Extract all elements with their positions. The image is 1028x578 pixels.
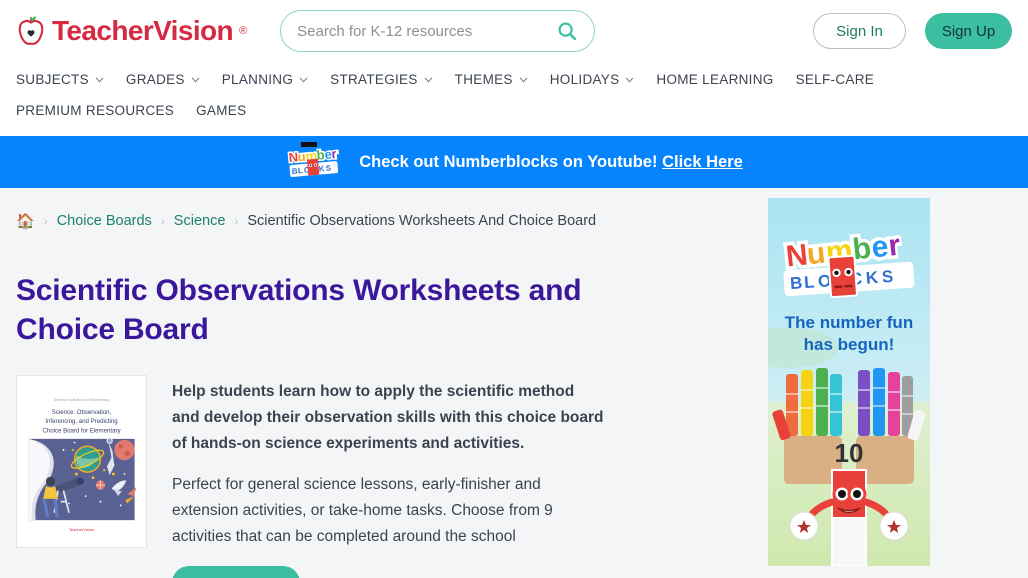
nav-item-label: HOME LEARNING: [656, 72, 774, 87]
apple-heart-icon: [18, 16, 44, 45]
sidebar: Number N u m b e r BLO CKS The number fu…: [768, 188, 930, 578]
search-bar[interactable]: [280, 10, 596, 52]
ad-number: 10: [835, 438, 864, 468]
svg-text:u: u: [805, 237, 827, 272]
nav-item-self-care[interactable]: SELF-CARE: [796, 66, 874, 93]
nav-item-subjects[interactable]: SUBJECTS: [16, 66, 104, 93]
breadcrumb-separator: ›: [43, 214, 48, 228]
nav-item-themes[interactable]: THEMES: [455, 66, 528, 93]
breadcrumb-current: Scientific Observations Worksheets And C…: [247, 213, 597, 229]
svg-text:K: K: [319, 164, 326, 173]
breadcrumb: 🏠 › Choice Boards › Science › Scientific Obser…: [16, 208, 636, 235]
nav-item-grades[interactable]: GRADES: [126, 66, 200, 93]
chevron-down-icon: [191, 77, 200, 83]
search-icon[interactable]: [556, 20, 578, 42]
svg-text:K: K: [865, 268, 879, 288]
chevron-down-icon: [519, 77, 528, 83]
svg-text:Choice Board for Elementary: Choice Board for Elementary: [42, 427, 121, 434]
nav-item-label: HOLIDAYS: [549, 72, 620, 87]
svg-text:S: S: [881, 267, 894, 287]
resource-lead-paragraph: Help students learn how to apply the sci…: [172, 383, 604, 452]
resource-paragraph: Perfect for general science lessons, ear…: [172, 476, 553, 545]
svg-text:L: L: [298, 166, 304, 175]
resource-thumbnail[interactable]: Science Activities for Elementary Scienc…: [16, 375, 147, 548]
chevron-down-icon: [299, 77, 308, 83]
page-body: 🏠 › Choice Boards › Science › Scientific Obser…: [0, 188, 1028, 578]
site-logo[interactable]: TeacherVision ®: [16, 15, 247, 47]
main-content: 🏠 › Choice Boards › Science › Scientific Obser…: [16, 188, 748, 578]
nav-item-label: SUBJECTS: [16, 72, 89, 87]
nav-item-label: PLANNING: [221, 72, 294, 87]
nav-item-label: PREMIUM RESOURCES: [16, 103, 175, 118]
promo-banner[interactable]: Number N u m b e r BLO CKS Check out Num…: [0, 136, 1028, 188]
page-title: Scientific Observations Worksheets and C…: [16, 274, 582, 346]
promo-message: Check out Numberblocks on Youtube! Click…: [359, 153, 743, 172]
sign-in-button[interactable]: Sign In: [813, 13, 906, 49]
chevron-down-icon: [95, 77, 104, 83]
choice-board-cover-image: Science Activities for Elementary Scienc…: [21, 385, 142, 538]
brand-name: TeacherVision: [52, 15, 234, 46]
nav-item-planning[interactable]: PLANNING: [222, 66, 308, 93]
breadcrumb-separator: ›: [160, 214, 165, 228]
svg-text:Science: Observation,: Science: Observation,: [52, 409, 112, 416]
promo-text-label: Check out Numberblocks on Youtube!: [359, 152, 658, 171]
promo-link[interactable]: Click Here: [662, 153, 743, 171]
svg-text:Science Activities for Element: Science Activities for Elementary: [54, 397, 110, 402]
nav-item-label: GRADES: [125, 72, 185, 87]
nav-item-games[interactable]: GAMES: [196, 97, 246, 124]
numberblocks-logo-icon: Number N u m b e r BLO CKS: [287, 142, 340, 177]
auth-actions: Sign In Sign Up: [813, 13, 1012, 49]
breadcrumb-separator: ›: [234, 214, 239, 228]
svg-text:Inferencing, and Predicting: Inferencing, and Predicting: [45, 418, 117, 425]
main-navigation: SUBJECTS GRADES PLANNING STRATEGIES THEMES HO…: [0, 62, 1028, 136]
svg-text:B: B: [789, 273, 803, 293]
nav-item-holidays[interactable]: HOLIDAYS: [550, 66, 635, 93]
nav-item-label: STRATEGIES: [330, 72, 418, 87]
nav-item-label: SELF-CARE: [795, 72, 875, 87]
brand-registered-mark: ®: [239, 25, 248, 37]
chevron-down-icon: [626, 77, 634, 83]
sign-up-button[interactable]: Sign Up: [925, 13, 1012, 49]
breadcrumb-link[interactable]: Science: [174, 213, 226, 229]
search-input[interactable]: [297, 22, 557, 40]
nav-item-label: THEMES: [454, 72, 513, 87]
resource-summary: Science Activities for Elementary Scienc…: [16, 375, 748, 578]
svg-text:L: L: [803, 272, 815, 292]
home-icon[interactable]: 🏠: [16, 213, 35, 230]
nav-item-home-learning[interactable]: HOME LEARNING: [656, 66, 773, 93]
chevron-down-icon: [424, 77, 432, 83]
site-header: TeacherVision ® Sign In Sign Up: [0, 0, 1028, 62]
nav-item-label: GAMES: [196, 103, 247, 118]
svg-text:TeacherVision: TeacherVision: [69, 527, 94, 532]
resource-cta-button[interactable]: [172, 566, 300, 578]
nav-item-strategies[interactable]: STRATEGIES: [330, 66, 433, 93]
resource-copy: Help students learn how to apply the sci…: [172, 375, 748, 578]
breadcrumb-link[interactable]: Choice Boards: [57, 213, 152, 229]
ad-tagline-line2: has begun!: [804, 335, 895, 354]
numberblocks-ad[interactable]: Number N u m b e r BLO CKS The number fu…: [768, 198, 930, 566]
ad-tagline-line1: The number fun: [785, 313, 913, 332]
nav-item-premium-resources[interactable]: PREMIUM RESOURCES: [16, 97, 174, 124]
